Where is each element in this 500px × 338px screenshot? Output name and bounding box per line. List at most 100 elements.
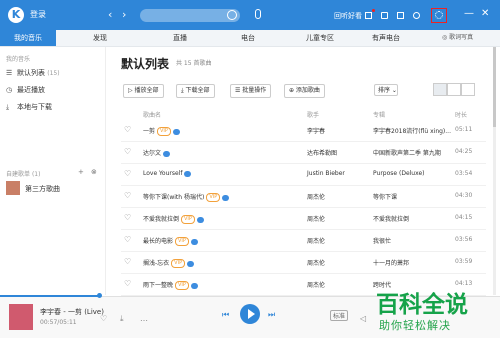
lyrics-photo-link[interactable]: ◎ 歌词写真 bbox=[442, 30, 473, 46]
download-all-button[interactable]: ⤓ 下载全部 bbox=[176, 84, 215, 98]
next-button[interactable]: ⏭ bbox=[268, 310, 275, 320]
table-row[interactable]: ♡ 等你下课(with 杨瑞代) VIP 周杰伦 等你下课 04:30 bbox=[121, 185, 486, 208]
album-cell[interactable]: 中国新歌声第二季 第九期 bbox=[373, 148, 451, 157]
add-playlist-icon[interactable]: + bbox=[78, 168, 84, 176]
download-icon[interactable]: ⤓ bbox=[120, 314, 124, 324]
song-title: 不爱我就拉倒 bbox=[143, 216, 180, 223]
table-row[interactable]: ♡ Love Yourself Justin Bieber Purpose (Delu… bbox=[121, 163, 486, 186]
duration-cell: 03:56 bbox=[455, 236, 473, 243]
progress-handle[interactable] bbox=[96, 293, 102, 298]
tab-kids[interactable]: 儿童专区 bbox=[296, 30, 344, 46]
table-row[interactable]: ♡ 不爱我就拉倒 VIP 周杰伦 不爱我就拉倒 04:15 bbox=[121, 207, 486, 230]
scrollbar[interactable] bbox=[493, 47, 496, 295]
vip-badge: VIP bbox=[175, 237, 189, 246]
heart-icon[interactable]: ♡ bbox=[124, 279, 131, 288]
tab-audiobook[interactable]: 有声电台 bbox=[362, 30, 410, 46]
sidebar-item-default-list[interactable]: ☰ 默认列表 (15) bbox=[6, 68, 60, 78]
microphone-icon[interactable] bbox=[255, 9, 261, 19]
song-name: 雨下一整晚 VIP bbox=[143, 280, 198, 290]
song-name: 等你下课(with 杨瑞代) VIP bbox=[143, 192, 230, 202]
sort-dropdown[interactable]: 排序 ⌄ bbox=[374, 84, 398, 96]
add-song-button[interactable]: ⊕ 添加歌曲 bbox=[284, 84, 325, 98]
mv-icon[interactable] bbox=[172, 128, 180, 135]
mv-icon[interactable] bbox=[190, 282, 198, 289]
heart-icon[interactable]: ♡ bbox=[124, 147, 131, 156]
album-cell[interactable]: 等你下课 bbox=[373, 192, 451, 201]
settings-button[interactable] bbox=[431, 8, 447, 23]
column-header-album[interactable]: 专辑 bbox=[373, 110, 385, 119]
back-button[interactable]: ‹ bbox=[108, 9, 112, 20]
now-playing-title[interactable]: 李宇春 - 一剪 (Live) bbox=[40, 307, 104, 317]
previous-button[interactable]: ⏮ bbox=[222, 310, 229, 320]
skin-icon[interactable] bbox=[365, 12, 372, 19]
tab-live[interactable]: 直播 bbox=[160, 30, 200, 46]
tab-my-music[interactable]: 我的音乐 bbox=[0, 30, 56, 46]
singer-cell[interactable]: 李宇春 bbox=[307, 126, 325, 135]
sidebar-item-local[interactable]: ⤓ 本地与下载 bbox=[6, 102, 52, 112]
search-list-button[interactable] bbox=[461, 83, 475, 96]
locate-button[interactable] bbox=[447, 83, 461, 96]
clock-icon: ◷ bbox=[6, 86, 13, 94]
column-header-name[interactable]: 歌曲名 bbox=[143, 110, 161, 119]
album-cell[interactable]: 不爱我就拉倒 bbox=[373, 214, 451, 223]
close-button[interactable]: ✕ bbox=[481, 9, 489, 19]
mail-icon[interactable] bbox=[413, 12, 420, 19]
search-input[interactable] bbox=[140, 9, 240, 22]
playlists-count: (1) bbox=[31, 171, 41, 178]
heart-icon[interactable]: ♡ bbox=[124, 191, 131, 200]
vip-link[interactable]: 回听好看 bbox=[334, 11, 362, 21]
singer-cell[interactable]: 周杰伦 bbox=[307, 258, 325, 267]
batch-button[interactable]: ☰ 批量操作 bbox=[230, 84, 272, 98]
message-icon[interactable] bbox=[397, 12, 404, 19]
album-cover[interactable] bbox=[9, 304, 33, 330]
play-button[interactable] bbox=[240, 304, 260, 324]
play-all-button[interactable]: ▷ 播放全部 bbox=[123, 84, 164, 98]
song-name: 搁浅-忘衣 VIP bbox=[143, 258, 195, 268]
tab-radio[interactable]: 电台 bbox=[228, 30, 268, 46]
table-row[interactable]: ♡ 搁浅-忘衣 VIP 周杰伦 十一月的萧邦 03:59 bbox=[121, 251, 486, 274]
singer-cell[interactable]: 周杰伦 bbox=[307, 236, 325, 245]
singer-cell[interactable]: 周杰伦 bbox=[307, 280, 325, 289]
mv-icon[interactable] bbox=[196, 216, 204, 223]
column-header-duration[interactable]: 时长 bbox=[455, 110, 467, 119]
album-cell[interactable]: 十一月的萧邦 bbox=[373, 258, 451, 267]
column-header-singer[interactable]: 歌手 bbox=[307, 110, 319, 119]
mini-mode-icon[interactable] bbox=[381, 12, 388, 19]
sidebar-item-recent[interactable]: ◷ 最近播放 bbox=[6, 85, 45, 95]
album-cell[interactable]: 我很忙 bbox=[373, 236, 451, 245]
table-row[interactable]: ♡ 最长的电影 VIP 周杰伦 我很忙 03:56 bbox=[121, 229, 486, 252]
mv-icon[interactable] bbox=[222, 194, 230, 201]
mv-icon[interactable] bbox=[184, 170, 192, 177]
sidebar-item-third-party[interactable]: 第三方歌曲 bbox=[25, 184, 60, 194]
mv-icon[interactable] bbox=[190, 238, 198, 245]
heart-icon[interactable]: ♡ bbox=[124, 125, 131, 134]
singer-cell[interactable]: 周杰伦 bbox=[307, 214, 325, 223]
list-view-button[interactable] bbox=[433, 83, 447, 96]
mv-icon[interactable] bbox=[163, 150, 171, 157]
progress-bar[interactable] bbox=[0, 295, 100, 297]
quality-selector[interactable]: 标准 bbox=[330, 310, 349, 321]
singer-cell[interactable]: 周杰伦 bbox=[307, 192, 325, 201]
table-row[interactable]: ♡ 一剪 VIP 李宇春 李宇春2018流行(flü xing)... 05:11 bbox=[121, 119, 486, 142]
heart-icon[interactable]: ♡ bbox=[124, 257, 131, 266]
forward-button[interactable]: › bbox=[122, 9, 126, 20]
heart-icon[interactable]: ♡ bbox=[124, 213, 131, 222]
more-icon[interactable]: … bbox=[140, 314, 148, 323]
heart-icon[interactable]: ♡ bbox=[124, 235, 131, 244]
heart-icon[interactable]: ♡ bbox=[100, 314, 107, 323]
duration-cell: 05:11 bbox=[455, 126, 473, 133]
singer-cell[interactable]: 达布希勒图 bbox=[307, 148, 337, 157]
minimize-button[interactable]: — bbox=[464, 9, 474, 19]
mv-icon[interactable] bbox=[187, 260, 195, 267]
manage-playlist-icon[interactable]: ⊗ bbox=[91, 168, 97, 176]
tab-discover[interactable]: 发现 bbox=[80, 30, 120, 46]
logo-icon[interactable]: K bbox=[8, 7, 24, 23]
scrollbar-thumb[interactable] bbox=[493, 47, 496, 127]
volume-icon[interactable]: ◁ bbox=[360, 314, 366, 323]
login-link[interactable]: 登录 bbox=[30, 9, 46, 21]
table-row[interactable]: ♡ 达尔文 达布希勒图 中国新歌声第二季 第九期 04:25 bbox=[121, 141, 486, 164]
heart-icon[interactable]: ♡ bbox=[124, 169, 131, 178]
album-cell[interactable]: Purpose (Deluxe) bbox=[373, 170, 451, 177]
singer-cell[interactable]: Justin Bieber bbox=[307, 170, 345, 177]
album-cell[interactable]: 李宇春2018流行(flü xing)... bbox=[373, 126, 451, 135]
